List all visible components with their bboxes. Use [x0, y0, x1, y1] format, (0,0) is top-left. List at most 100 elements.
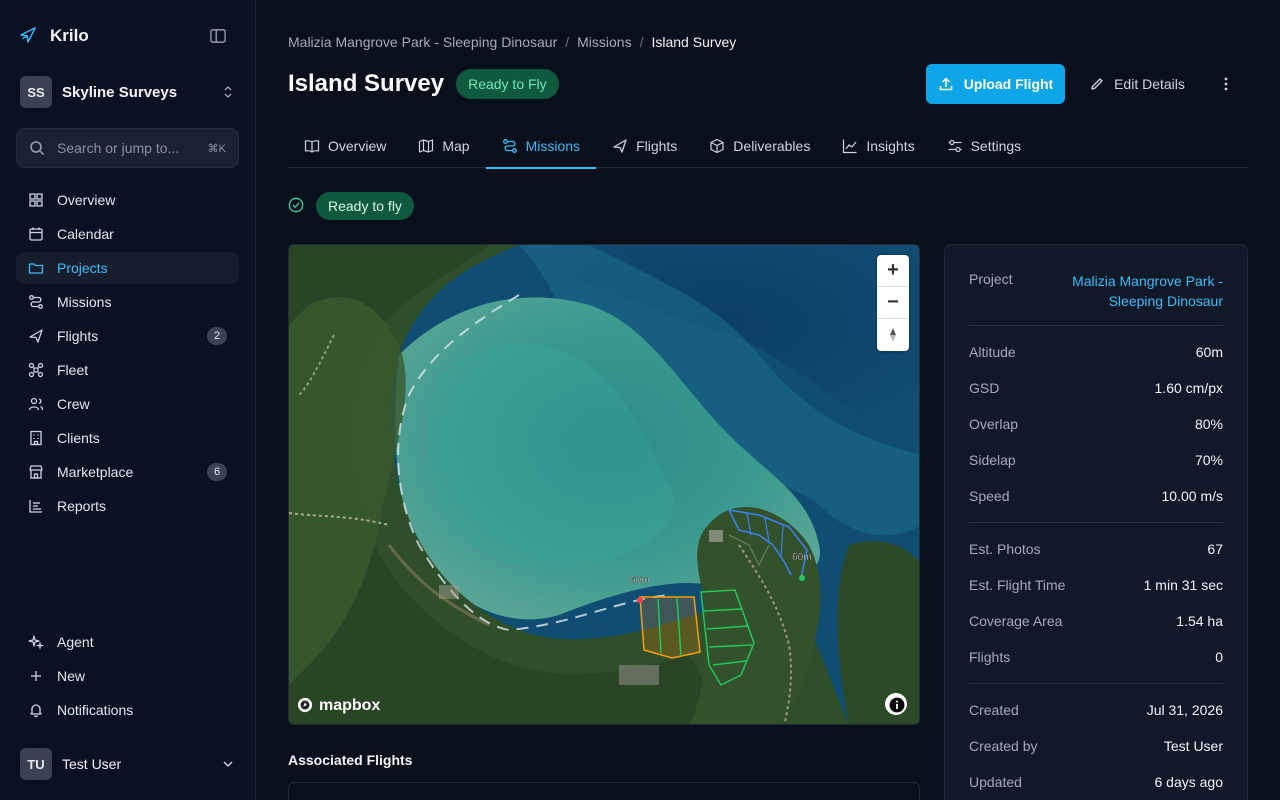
compass-button[interactable] — [877, 319, 909, 351]
edit-details-button[interactable]: Edit Details — [1082, 64, 1192, 104]
detail-value: Jul 31, 2026 — [1146, 702, 1223, 718]
ready-status-row: Ready to fly — [288, 192, 414, 220]
ready-to-fly-badge: Ready to fly — [316, 192, 414, 220]
zoom-in-button[interactable]: + — [877, 255, 909, 287]
start-waypoint[interactable] — [637, 597, 643, 603]
detail-label: Altitude — [969, 344, 1016, 360]
mission-map[interactable]: 60m 60m + − mapbox — [288, 244, 920, 725]
sidebar-item-clients[interactable]: Clients — [16, 422, 239, 454]
map-info-button[interactable] — [885, 693, 907, 715]
breadcrumb-current: Island Survey — [651, 34, 737, 50]
detail-row-altitude: Altitude 60m — [969, 344, 1223, 360]
sidebar-nav: Overview Calendar Projects Missions Flig… — [16, 184, 239, 524]
flights-count-badge: 2 — [207, 327, 227, 345]
tab-overview[interactable]: Overview — [288, 124, 402, 168]
detail-value: 1 min 31 sec — [1143, 577, 1223, 593]
detail-value: 80% — [1194, 416, 1223, 432]
route-icon — [28, 294, 44, 310]
bell-icon — [28, 702, 44, 718]
user-name: Test User — [62, 756, 122, 772]
org-switcher[interactable]: SS Skyline Surveys — [16, 72, 240, 112]
detail-label: Created by — [969, 738, 1038, 754]
sidebar-item-label: Fleet — [57, 362, 89, 378]
detail-label: Flights — [969, 649, 1011, 665]
detail-row-est-photos: Est. Photos 67 — [969, 541, 1223, 557]
breadcrumb-separator: / — [565, 34, 570, 50]
upload-icon — [938, 76, 954, 92]
tab-label: Insights — [866, 138, 915, 154]
detail-value: 0 — [1215, 649, 1223, 665]
divider — [969, 325, 1223, 326]
zoom-out-button[interactable]: − — [877, 287, 909, 319]
book-icon — [304, 138, 320, 154]
detail-label: Coverage Area — [969, 613, 1063, 629]
map-icon — [418, 138, 434, 154]
project-link[interactable]: Malizia Mangrove Park - Sleeping Dinosau… — [1072, 271, 1223, 311]
sidebar-item-agent[interactable]: Agent — [16, 626, 239, 658]
tab-label: Deliverables — [733, 138, 811, 154]
tab-flights[interactable]: Flights — [596, 124, 693, 168]
krilo-logo-icon — [20, 27, 38, 45]
search-input[interactable]: Search or jump to... ⌘K — [16, 128, 239, 168]
associated-flights-title: Associated Flights — [288, 752, 413, 768]
sidebar-item-reports[interactable]: Reports — [16, 490, 239, 522]
sidebar-item-label: Flights — [57, 328, 99, 344]
upload-flight-label: Upload Flight — [963, 76, 1054, 92]
pencil-icon — [1089, 76, 1105, 92]
detail-value: Test User — [1163, 738, 1223, 754]
sidebar-panel-icon — [210, 28, 228, 44]
sidebar-item-marketplace[interactable]: Marketplace 6 — [16, 456, 239, 488]
tab-insights[interactable]: Insights — [826, 124, 930, 168]
detail-label: GSD — [969, 380, 1000, 396]
brand[interactable]: Krilo — [20, 22, 89, 50]
grid-icon — [28, 192, 44, 208]
user-menu[interactable]: TU Test User — [16, 746, 240, 782]
tab-settings[interactable]: Settings — [931, 124, 1038, 168]
tab-map[interactable]: Map — [402, 124, 485, 168]
sidebar-item-new[interactable]: New — [16, 660, 239, 692]
end-waypoint[interactable] — [799, 575, 805, 581]
org-avatar: SS — [20, 76, 52, 108]
sidebar-item-calendar[interactable]: Calendar — [16, 218, 239, 250]
detail-value: 1.60 cm/px — [1154, 380, 1223, 396]
detail-row-created: Created Jul 31, 2026 — [969, 702, 1223, 718]
chart-line-icon — [842, 138, 858, 154]
sparkles-icon — [28, 634, 44, 650]
tab-deliverables[interactable]: Deliverables — [693, 124, 826, 168]
folder-icon — [28, 260, 44, 276]
detail-row-created-by: Created by Test User — [969, 738, 1223, 754]
detail-label: Est. Photos — [969, 541, 1041, 557]
edit-details-label: Edit Details — [1114, 76, 1185, 92]
sidebar-item-label: Crew — [57, 396, 90, 412]
chevron-up-down-icon — [220, 84, 236, 100]
tab-label: Missions — [525, 138, 581, 154]
sidebar-item-projects[interactable]: Projects — [16, 252, 239, 284]
sidebar-item-fleet[interactable]: Fleet — [16, 354, 239, 386]
users-icon — [28, 396, 44, 412]
more-options-button[interactable] — [1214, 72, 1238, 96]
sidebar-item-missions[interactable]: Missions — [16, 286, 239, 318]
detail-value: 60m — [1195, 344, 1223, 360]
plane-icon — [612, 138, 628, 154]
detail-value: 67 — [1207, 541, 1223, 557]
sidebar-item-label: New — [57, 668, 86, 684]
breadcrumb-missions[interactable]: Missions — [577, 34, 631, 50]
sidebar-toggle-button[interactable] — [207, 26, 231, 46]
title-row: Island Survey Ready to Fly — [288, 68, 559, 100]
sidebar-item-crew[interactable]: Crew — [16, 388, 239, 420]
route-icon — [502, 138, 518, 154]
detail-row-flights: Flights 0 — [969, 649, 1223, 665]
building-icon — [28, 430, 44, 446]
page-title: Island Survey — [288, 70, 445, 97]
detail-value: 10.00 m/s — [1161, 488, 1223, 504]
tab-missions[interactable]: Missions — [485, 124, 597, 169]
associated-flights-list — [288, 782, 920, 800]
sidebar-item-overview[interactable]: Overview — [16, 184, 239, 216]
sidebar-item-flights[interactable]: Flights 2 — [16, 320, 239, 352]
sidebar-item-label: Agent — [57, 634, 94, 650]
sidebar-item-notifications[interactable]: Notifications — [16, 694, 239, 726]
plus-icon — [28, 668, 44, 684]
mission-details-panel: Project Malizia Mangrove Park - Sleeping… — [944, 244, 1248, 800]
breadcrumb-project[interactable]: Malizia Mangrove Park - Sleeping Dinosau… — [288, 34, 557, 50]
upload-flight-button[interactable]: Upload Flight — [926, 64, 1065, 104]
